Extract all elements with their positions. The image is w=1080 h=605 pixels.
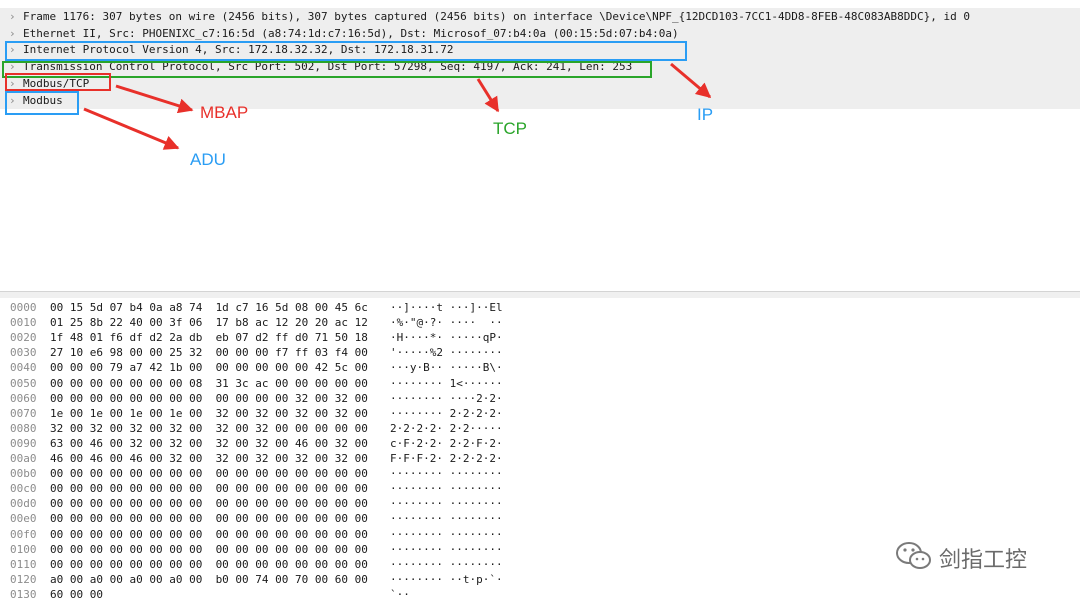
tcp-label: TCP (493, 119, 527, 138)
tcp-arrow (476, 78, 500, 113)
adu-arrow (83, 107, 180, 150)
annotation-arrows (83, 62, 712, 150)
mbap-arrow (115, 84, 194, 114)
adu-label: ADU (190, 150, 226, 169)
ip-arrow (670, 62, 712, 99)
ip-label: IP (697, 105, 714, 124)
watermark-text: 剑指工控 (939, 548, 1028, 573)
wechat-icon (896, 542, 931, 569)
mbap-label: MBAP (200, 103, 249, 122)
